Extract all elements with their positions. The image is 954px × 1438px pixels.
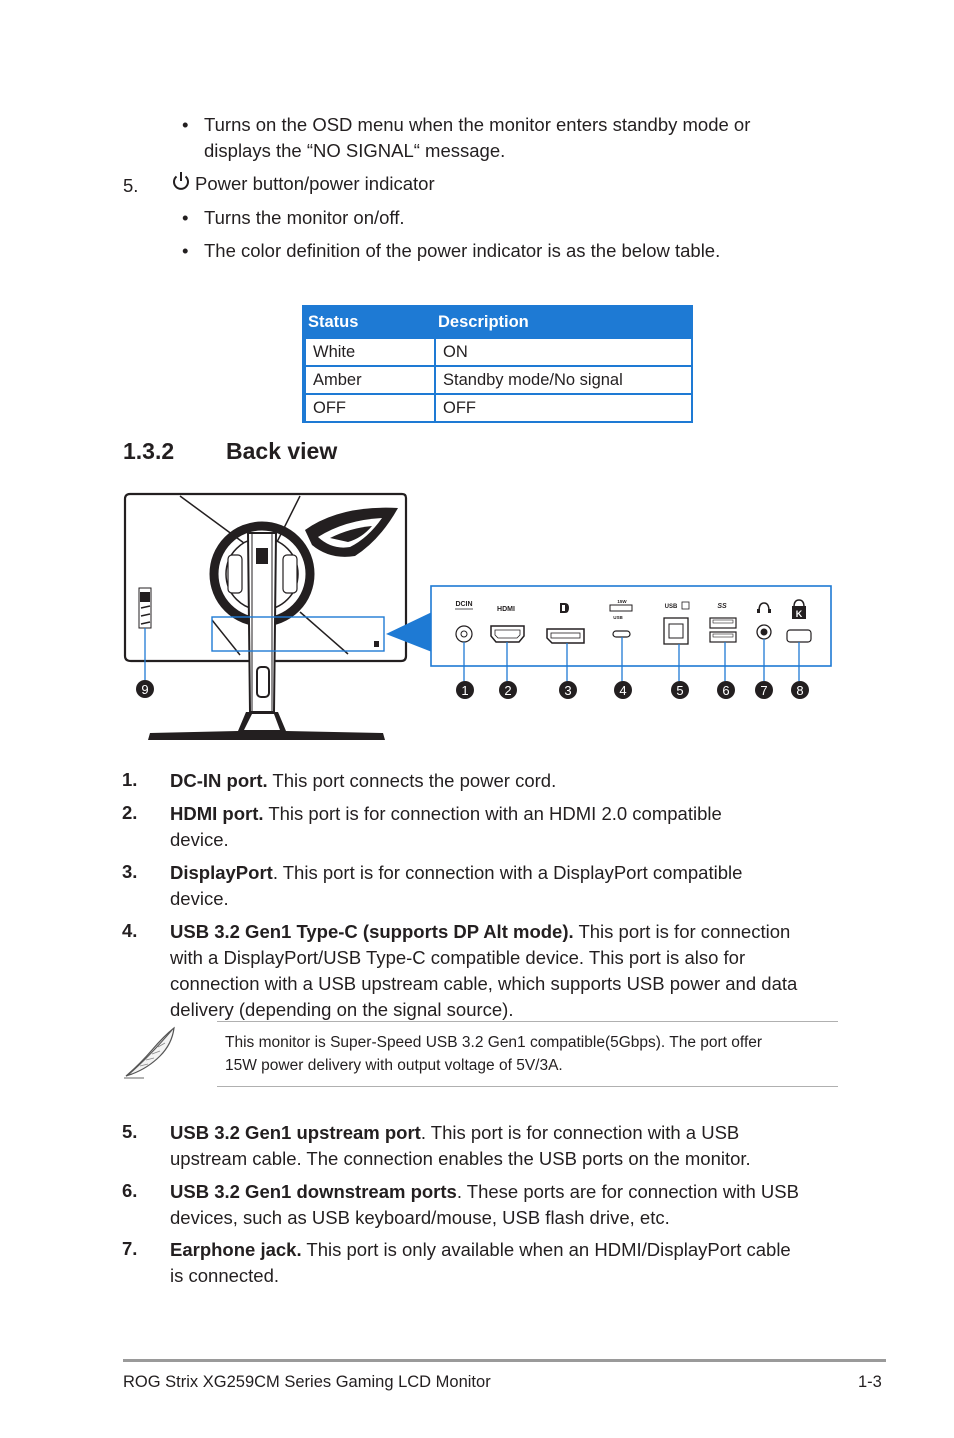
displayport-icon bbox=[560, 603, 569, 613]
item-number: 4. bbox=[122, 920, 138, 941]
port-panel: DCIN HDMI 15W USB USB SS K bbox=[430, 585, 832, 667]
monitor-back-illustration bbox=[123, 492, 408, 740]
item-line: . This port is for connection with a Dis… bbox=[272, 862, 743, 883]
callout-3: 3 bbox=[559, 681, 577, 699]
item-title: USB 3.2 Gen1 downstream ports bbox=[170, 1181, 457, 1202]
item-number: 2. bbox=[122, 802, 138, 823]
svg-text:8: 8 bbox=[796, 683, 803, 698]
footer-divider bbox=[123, 1359, 886, 1362]
item-line: This port is only available when an HDMI… bbox=[301, 1239, 791, 1260]
item-line: This port is for connection with an HDMI… bbox=[263, 803, 722, 824]
svg-text:K: K bbox=[796, 609, 803, 619]
bullet-symbol: • bbox=[182, 114, 189, 135]
usb-ss-label: SS bbox=[717, 603, 727, 610]
bullet-text: Turns the monitor on/off. bbox=[204, 207, 405, 228]
dcin-label: DCIN bbox=[455, 601, 472, 608]
svg-text:9: 9 bbox=[141, 682, 148, 697]
item-number: 5. bbox=[122, 1121, 138, 1142]
description-cell: Standby mode/No signal bbox=[436, 367, 691, 393]
status-cell: White bbox=[306, 339, 434, 365]
item-title: USB 3.2 Gen1 upstream port bbox=[170, 1122, 421, 1143]
item-line: This port is for connection bbox=[573, 921, 791, 942]
feather-pen-icon bbox=[120, 1024, 180, 1085]
status-cell: OFF bbox=[306, 395, 434, 421]
item-title: DisplayPort bbox=[170, 862, 273, 883]
callout-8: 8 bbox=[791, 681, 809, 699]
bullet-line: displays the “NO SIGNAL“ message. bbox=[204, 140, 506, 161]
item-displayport: DisplayPort. This port is for connection… bbox=[170, 860, 840, 912]
callout-5: 5 bbox=[671, 681, 689, 699]
item-title: Earphone jack. bbox=[170, 1239, 302, 1260]
callout-4: 4 bbox=[614, 681, 632, 699]
item-line: . These ports are for connection with US… bbox=[456, 1181, 799, 1202]
item-earphone: Earphone jack. This port is only availab… bbox=[170, 1237, 840, 1289]
typec-usb-label: USB bbox=[613, 615, 623, 620]
typec-15w-label: 15W bbox=[617, 599, 627, 604]
back-view-diagram: DCIN HDMI 15W USB USB SS K 9 1 2 3 4 5 6… bbox=[123, 492, 832, 740]
svg-text:4: 4 bbox=[619, 683, 626, 698]
item-usb-downstream: USB 3.2 Gen1 downstream ports. These por… bbox=[170, 1179, 840, 1231]
item-line: is connected. bbox=[170, 1265, 280, 1286]
hdmi-label: HDMI bbox=[497, 606, 515, 613]
table-row: Amber Standby mode/No signal bbox=[304, 367, 691, 393]
section-number: 1.3.2 bbox=[123, 438, 175, 464]
usb-upstream-label: USB bbox=[665, 604, 678, 610]
item-line: device. bbox=[170, 888, 229, 909]
header-description: Description bbox=[438, 313, 529, 331]
item-number: 3. bbox=[122, 861, 138, 882]
svg-text:7: 7 bbox=[760, 683, 767, 698]
item-usb-upstream: USB 3.2 Gen1 upstream port. This port is… bbox=[170, 1120, 840, 1172]
table-row: White ON bbox=[304, 339, 691, 365]
typec-port bbox=[612, 630, 631, 638]
item-typec: USB 3.2 Gen1 Type-C (supports DP Alt mod… bbox=[170, 919, 840, 1023]
svg-text:6: 6 bbox=[722, 683, 729, 698]
note-box: This monitor is Super-Speed USB 3.2 Gen1… bbox=[217, 1021, 838, 1087]
note-line: 15W power delivery with output voltage o… bbox=[225, 1057, 563, 1074]
bullet-symbol: • bbox=[182, 207, 189, 228]
svg-text:1: 1 bbox=[461, 683, 468, 698]
item-line: . This port is for connection with a USB bbox=[420, 1122, 740, 1143]
svg-text:3: 3 bbox=[564, 683, 571, 698]
item-number: 7. bbox=[122, 1238, 138, 1259]
status-cell: Amber bbox=[306, 367, 434, 393]
item-number: 6. bbox=[122, 1180, 138, 1201]
bullet-line: Turns on the OSD menu when the monitor e… bbox=[204, 114, 751, 135]
power-item-label: Power button/power indicator bbox=[195, 173, 435, 194]
item-line: with a DisplayPort/USB Type-C compatible… bbox=[170, 947, 746, 968]
callout-2: 2 bbox=[499, 681, 517, 699]
bullet-symbol: • bbox=[182, 240, 189, 261]
bullet-text: The color definition of the power indica… bbox=[204, 240, 721, 261]
item-hdmi: HDMI port. This port is for connection w… bbox=[170, 801, 840, 853]
table-header: Status Description bbox=[304, 307, 691, 337]
kensington-slot bbox=[786, 629, 812, 643]
callout-6: 6 bbox=[717, 681, 735, 699]
power-item-number: 5. bbox=[123, 175, 139, 196]
description-cell: ON bbox=[436, 339, 691, 365]
item-title: HDMI port. bbox=[170, 803, 264, 824]
item-line: device. bbox=[170, 829, 229, 850]
table-row: OFF OFF bbox=[304, 395, 691, 421]
header-status: Status bbox=[308, 313, 359, 331]
item-line: connection with a USB upstream cable, wh… bbox=[170, 973, 798, 994]
item-line: upstream cable. The connection enables t… bbox=[170, 1148, 751, 1169]
callout-7: 7 bbox=[755, 681, 773, 699]
note-line: This monitor is Super-Speed USB 3.2 Gen1… bbox=[225, 1034, 763, 1051]
section-title: Back view bbox=[226, 438, 338, 464]
callout-1: 1 bbox=[456, 681, 474, 699]
power-icon bbox=[171, 170, 191, 197]
item-line: delivery (depending on the signal source… bbox=[170, 999, 514, 1020]
item-line: devices, such as USB keyboard/mouse, USB… bbox=[170, 1207, 670, 1228]
description-cell: OFF bbox=[436, 395, 691, 421]
callout-9: 9 bbox=[136, 680, 154, 698]
power-indicator-table: Status Description White ON Amber Standb… bbox=[302, 305, 693, 423]
item-title: DC-IN port. bbox=[170, 770, 268, 791]
page-number: 1-3 bbox=[858, 1373, 882, 1391]
item-line: This port connects the power cord. bbox=[267, 770, 557, 791]
svg-text:5: 5 bbox=[676, 683, 683, 698]
item-dcin: DC-IN port. This port connects the power… bbox=[170, 768, 840, 794]
svg-text:2: 2 bbox=[504, 683, 511, 698]
footer-title: ROG Strix XG259CM Series Gaming LCD Moni… bbox=[123, 1373, 491, 1391]
item-title: USB 3.2 Gen1 Type-C (supports DP Alt mod… bbox=[170, 921, 574, 942]
item-number: 1. bbox=[122, 769, 138, 790]
